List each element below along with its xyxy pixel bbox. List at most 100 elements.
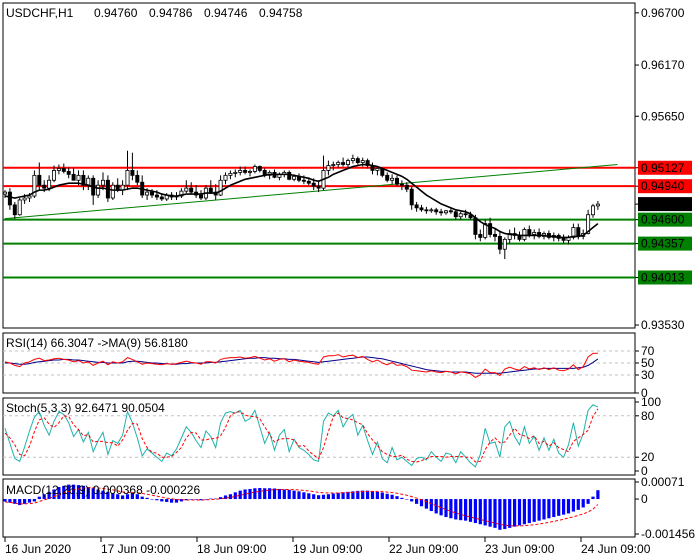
candle-bear (394, 177, 399, 185)
candle-bear (154, 194, 159, 198)
candle-bull (233, 171, 238, 174)
candle-bear (243, 170, 248, 173)
candle-bear (159, 196, 164, 200)
stoch-tick-label: 100 (641, 395, 661, 409)
ohlc-value: 0.94758 (259, 6, 303, 20)
price-label: 0.95127 (641, 161, 685, 175)
symbol-label: USDCHF,H1 (6, 6, 74, 20)
candle-bull (443, 210, 448, 214)
time-tick-label: 24 Jun 09:00 (581, 542, 651, 556)
macd-bar (292, 490, 296, 500)
ohlc-value: 0.94760 (94, 6, 138, 20)
candle-bull (223, 174, 228, 181)
candle-bear (37, 174, 42, 186)
macd-bar (522, 499, 526, 525)
price-panel: USDCHF,H1 0.94760 0.94786 0.94746 0.94758 0… (2, 2, 692, 332)
macd-bar (483, 499, 487, 526)
candle-bear (478, 234, 483, 238)
candle-bull (76, 174, 81, 181)
candle-bull (96, 184, 101, 196)
macd-bar (307, 493, 311, 500)
candle-bear (448, 210, 453, 213)
candle-bear (208, 187, 213, 193)
candle-bull (390, 177, 395, 181)
candle-bull (345, 160, 350, 165)
candle-bull (3, 191, 8, 195)
candle-bear (463, 213, 468, 216)
candle-bear (61, 168, 66, 172)
price-label: 0.93530 (641, 318, 685, 332)
candle-bear (414, 204, 419, 209)
moving-average-line (4, 163, 599, 239)
candle-bear (287, 171, 292, 180)
candle-bear (306, 180, 311, 184)
stoch-tick-label: 20 (641, 450, 655, 464)
candle-bull (247, 171, 252, 173)
macd-bar (145, 497, 149, 500)
macd-bar (390, 494, 394, 500)
macd-bar (591, 496, 595, 500)
candle-bull (458, 213, 463, 218)
macd-bar (302, 492, 306, 500)
macd-axis: 0.00071 0 -0.001456 (635, 475, 695, 541)
candle-bull (101, 179, 106, 186)
macd-bar (459, 499, 463, 521)
macd-bar (571, 499, 575, 512)
macd-bar (434, 499, 438, 514)
candle-bull (336, 162, 341, 165)
time-tick-label: 19 Jun 09:00 (293, 542, 363, 556)
macd-bar (385, 493, 389, 500)
candle-bear (527, 229, 532, 235)
candle-bull (502, 238, 507, 250)
candle-bull (292, 175, 297, 180)
price-label: 0.94940 (641, 179, 685, 193)
macd-bar (258, 488, 262, 500)
stoch-d-line (4, 408, 599, 463)
candle-bull (218, 179, 223, 196)
macd-bar (165, 499, 169, 502)
ohlc-value: 0.94786 (149, 6, 193, 20)
candle-bear (71, 173, 76, 181)
candle-bear (12, 204, 17, 216)
macd-bar (503, 499, 507, 530)
price-label: 0.96700 (641, 6, 685, 20)
candle-bull (17, 199, 22, 216)
macd-bar (508, 499, 512, 528)
macd-bar (552, 499, 556, 518)
candle-bull (52, 170, 57, 181)
candle-bear (473, 217, 478, 235)
price-label: 0.94600 (641, 213, 685, 227)
candle-bear (301, 179, 306, 182)
macd-tick-label: 0 (641, 492, 648, 506)
price-label: 0.94357 (641, 237, 685, 251)
price-label: 0.96170 (641, 58, 685, 72)
time-tick-label: 22 Jun 09:00 (389, 542, 459, 556)
macd-bar (537, 499, 541, 521)
rsi-layer (3, 350, 635, 378)
macd-bar (562, 499, 566, 515)
candle-bull (110, 184, 115, 199)
ohlc-value: 0.94746 (204, 6, 248, 20)
macd-bar (297, 491, 301, 500)
candle-bear (189, 187, 194, 193)
candle-bear (42, 184, 47, 189)
macd-bar (287, 489, 291, 500)
time-axis: 16 Jun 2020 17 Jun 09:00 18 Jun 09:00 19 Ju… (4, 537, 651, 556)
macd-bar (194, 499, 198, 500)
time-tick-label: 16 Jun 2020 (5, 542, 71, 556)
candle-bear (149, 191, 154, 196)
macd-tick-label: 0.00071 (641, 475, 685, 489)
candle-bull (145, 191, 150, 196)
rsi-axis: 7050300 (635, 344, 655, 400)
candle-bull (595, 203, 600, 207)
macd-bar (449, 499, 453, 519)
candle-bear (453, 211, 458, 218)
rsi-line (4, 352, 598, 378)
candle-bear (385, 174, 390, 181)
price-axis: 0.96700 0.96170 0.95650 0.95127 0.94940 0.947… (635, 6, 692, 332)
macd-bar (400, 497, 404, 500)
price-label: 0.94013 (641, 270, 685, 284)
macd-bar (37, 496, 41, 500)
stoch-axis: 10080200 (635, 395, 661, 478)
macd-bar (253, 488, 257, 500)
